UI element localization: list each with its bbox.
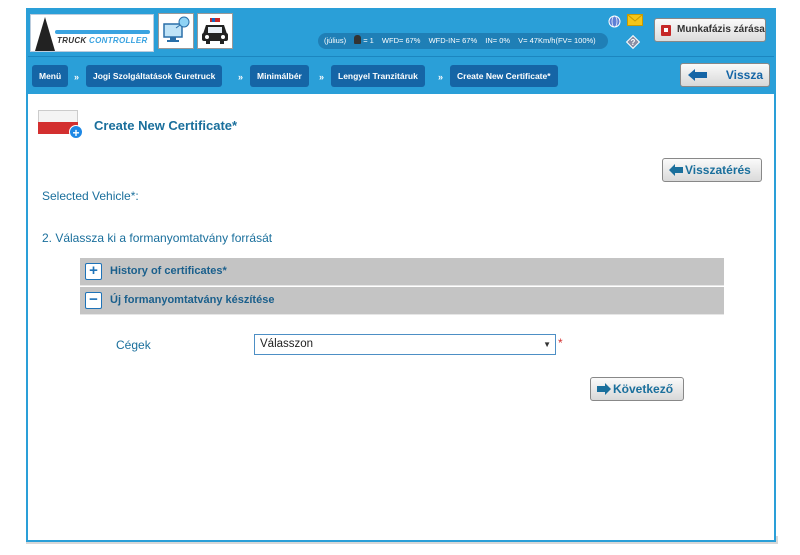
- status-month: (július): [324, 36, 347, 45]
- expand-plus-icon[interactable]: +: [85, 263, 102, 280]
- police-car-icon[interactable]: [197, 13, 233, 49]
- road-logo-icon: [35, 17, 55, 51]
- return-button[interactable]: Visszatérés: [662, 158, 762, 182]
- svg-text:?: ?: [631, 38, 636, 47]
- close-session-button[interactable]: Munkafázis zárása: [654, 18, 766, 42]
- logo-text-controller: CONTROLLER: [89, 36, 148, 45]
- return-label: Visszatérés: [685, 163, 751, 177]
- status-speed: V= 47Km/h(FV= 100%): [518, 36, 596, 45]
- breadcrumb-separator: »: [74, 72, 80, 82]
- breadcrumb-create-new-certificate[interactable]: Create New Certificate*: [450, 65, 558, 87]
- mail-icon[interactable]: [627, 14, 643, 26]
- status-in: IN= 0%: [485, 36, 511, 45]
- breadcrumb-minimalber[interactable]: Minimálbér: [250, 65, 309, 87]
- truck-controller-logo[interactable]: TRUCK CONTROLLER: [30, 14, 154, 52]
- next-arrow-icon: [597, 383, 611, 395]
- breadcrumb-separator: »: [238, 72, 244, 82]
- close-session-label: Munkafázis zárása: [677, 24, 765, 35]
- company-select[interactable]: Válasszon ▼: [254, 334, 556, 355]
- status-drivers: = 1: [363, 36, 374, 45]
- exit-door-icon: [661, 25, 671, 36]
- vehicle-status-bar: (július) = 1 WFD= 67% WFD-IN= 67% IN= 0%…: [318, 33, 608, 49]
- next-button[interactable]: Következő: [590, 377, 684, 401]
- back-label: Vissza: [725, 68, 763, 82]
- app-header: TRUCK CONTROLLER (július) = 1 WFD= 67% W…: [28, 10, 774, 56]
- panel-title: Új formanyomtatvány készítése: [110, 294, 275, 306]
- history-of-certificates-panel[interactable]: + History of certificates*: [80, 258, 724, 286]
- next-label: Következő: [613, 382, 674, 396]
- company-label: Cégek: [116, 338, 151, 352]
- plus-icon: +: [69, 125, 83, 140]
- collapse-minus-icon[interactable]: −: [85, 292, 102, 309]
- required-asterisk: *: [558, 336, 563, 350]
- page-title: Create New Certificate*: [94, 118, 238, 133]
- new-form-panel[interactable]: − Új formanyomtatvány készítése: [80, 287, 724, 315]
- status-wfd-in: WFD-IN= 67%: [428, 36, 478, 45]
- breadcrumb-menu[interactable]: Menü: [32, 65, 69, 87]
- selected-vehicle-label: Selected Vehicle*:: [42, 189, 139, 203]
- computer-network-icon[interactable]: [158, 13, 194, 49]
- globe-icon[interactable]: [608, 15, 621, 28]
- status-wfd: WFD= 67%: [381, 36, 421, 45]
- breadcrumb-separator: »: [319, 72, 325, 82]
- company-select-value: Válasszon: [260, 338, 314, 350]
- help-icon[interactable]: ?: [626, 35, 640, 49]
- breadcrumb: Menü » Jogi Szolgáltatások Guretruck » M…: [28, 56, 774, 94]
- dropdown-arrow-icon: ▼: [543, 340, 551, 349]
- logo-text-truck: TRUCK: [57, 36, 87, 45]
- breadcrumb-jogi-szolgaltatasok[interactable]: Jogi Szolgáltatások Guretruck: [86, 65, 223, 87]
- back-arrow-icon: [688, 69, 707, 81]
- panel-title: History of certificates*: [110, 265, 227, 277]
- poland-flag-add-icon: +: [38, 110, 83, 140]
- app-frame: TRUCK CONTROLLER (július) = 1 WFD= 67% W…: [26, 8, 776, 542]
- breadcrumb-separator: »: [438, 72, 444, 82]
- step-label: 2. Válassza ki a formanyomtatvány forrás…: [42, 231, 273, 245]
- driver-icon: [354, 35, 362, 44]
- back-button[interactable]: Vissza: [680, 63, 770, 87]
- return-arrow-icon: [669, 164, 683, 176]
- breadcrumb-lengyel-tranzitaruk[interactable]: Lengyel Tranzitáruk: [331, 65, 425, 87]
